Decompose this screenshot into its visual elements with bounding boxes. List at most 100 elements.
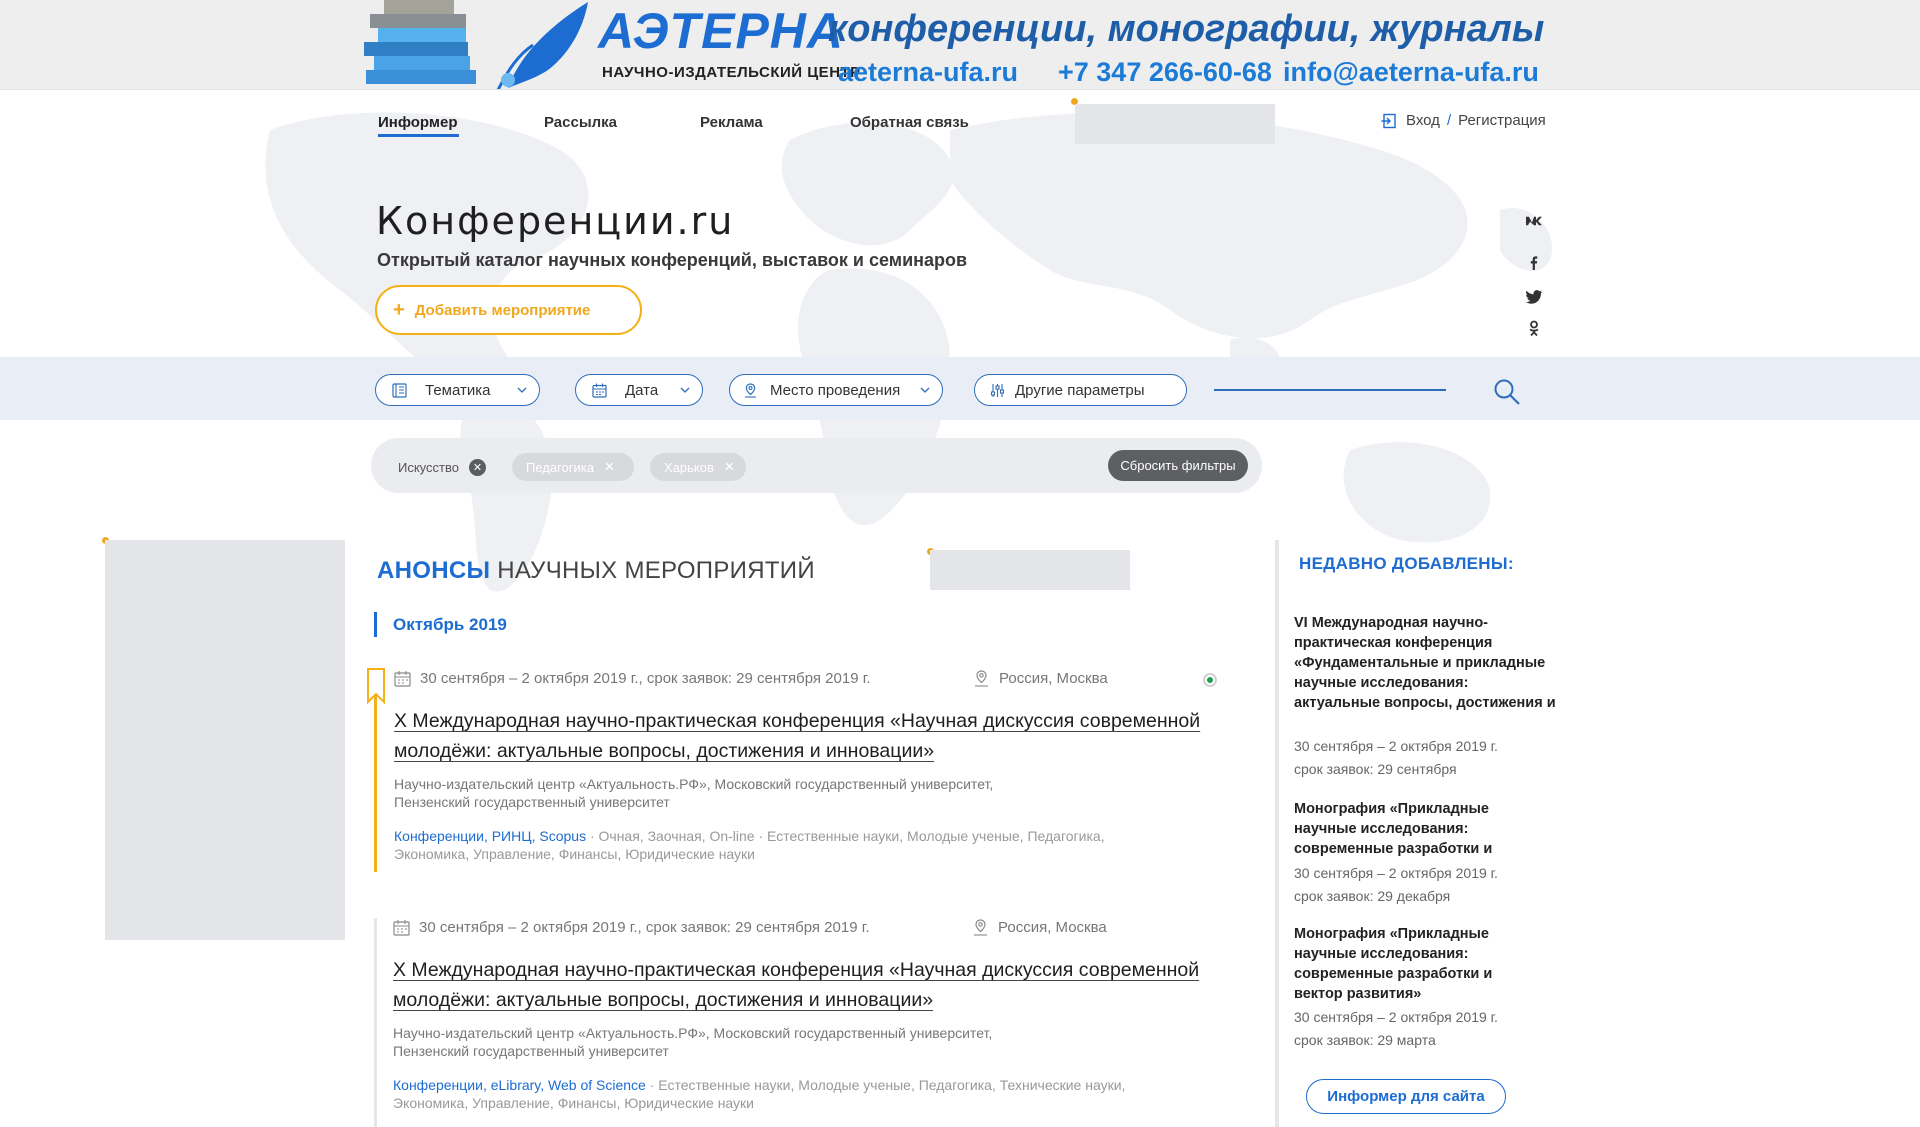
other-params-label: Другие параметры (1015, 381, 1145, 399)
login-link[interactable]: Вход (1406, 112, 1440, 129)
month-label: Октябрь 2019 (374, 612, 507, 637)
odnoklassniki-icon[interactable] (1526, 320, 1542, 336)
nav-feedback[interactable]: Обратная связь (850, 113, 969, 133)
world-map-background (265, 112, 1552, 592)
inline-ad-placeholder[interactable] (930, 550, 1130, 590)
login-icon (1381, 113, 1396, 128)
filter-tag-kharkiv: Харьков ✕ (650, 453, 746, 481)
calendar-icon (592, 383, 607, 398)
status-active-indicator (1203, 673, 1217, 687)
event-dates: 30 сентября – 2 октября 2019 г., срок за… (394, 670, 871, 687)
event-tags-text: · Естественные науки, Молодые ученые, Пе… (645, 1077, 1126, 1093)
event-tags-text: Экономика, Управление, Финансы, Юридичес… (393, 1095, 754, 1111)
publisher-logo-text: АЭТЕРНА (598, 3, 845, 59)
twitter-icon[interactable] (1526, 290, 1542, 304)
add-event-button[interactable]: + Добавить мероприятие (375, 285, 642, 335)
recent-item-title[interactable]: VI Международная научно-практическая кон… (1294, 613, 1556, 713)
date-filter-label: Дата (625, 381, 659, 399)
nav-mailing[interactable]: Рассылка (544, 113, 617, 133)
quill-icon (496, 2, 588, 89)
recent-item-title[interactable]: Монография «Прикладные научные исследова… (1294, 924, 1534, 1004)
search-icon[interactable] (1493, 378, 1521, 406)
place-filter-dropdown[interactable]: Место проведения (729, 374, 943, 406)
site-informer-button[interactable]: Информер для сайта (1306, 1079, 1506, 1114)
event-dates: 30 сентября – 2 октября 2019 г., срок за… (393, 919, 870, 936)
bookmark-icon[interactable] (366, 668, 386, 704)
recent-item-dates: 30 сентября – 2 октября 2019 г. (1294, 1009, 1498, 1025)
event-organizers: Научно-издательский центр «Актуальность.… (394, 775, 1174, 811)
recent-item-deadline: срок заявок: 29 декабря (1294, 888, 1451, 904)
nav-advertising[interactable]: Реклама (700, 113, 763, 133)
sidebar-divider (1275, 540, 1279, 1127)
event-tags-text: Экономика, Управление, Финансы, Юридичес… (394, 846, 755, 862)
banner-tagline: конференции, монографии, журналы (828, 8, 1545, 50)
event-organizers-line: Пензенский государственный университет (394, 794, 670, 810)
recently-added-heading: НЕДАВНО ДОБАВЛЕНЫ: (1299, 554, 1514, 573)
chevron-down-icon (517, 387, 527, 393)
calendar-icon (394, 671, 411, 687)
site-subtitle: Открытый каталог научных конференций, вы… (377, 250, 968, 270)
left-ad-placeholder[interactable] (105, 540, 345, 940)
auth-separator: / (1446, 112, 1452, 129)
recent-item-dates: 30 сентября – 2 октября 2019 г. (1294, 865, 1498, 881)
event-organizers: Научно-издательский центр «Актуальность.… (393, 1024, 1173, 1060)
event-dates-text: 30 сентября – 2 октября 2019 г., срок за… (419, 919, 870, 936)
filter-tag-art: Искусство ✕ (398, 453, 486, 481)
filter-tag-label: Искусство (398, 459, 459, 475)
event-tags: Конференции, РИНЦ, Scopus · Очная, Заочн… (394, 827, 1194, 863)
close-icon[interactable]: ✕ (724, 459, 735, 475)
recent-item-dates: 30 сентября – 2 октября 2019 г. (1294, 738, 1498, 754)
location-pin-icon (974, 919, 987, 936)
event-tags: Конференции, eLibrary, Web of Science · … (393, 1076, 1193, 1112)
event-title-link[interactable]: X Международная научно-практическая конф… (393, 955, 1233, 1015)
sliders-icon (990, 383, 1005, 397)
place-filter-label: Место проведения (770, 381, 901, 399)
close-icon[interactable]: ✕ (604, 459, 615, 475)
banner-email: info@aeterna-ufa.ru (1283, 57, 1539, 87)
event-divider-bar (374, 918, 377, 1127)
facebook-icon[interactable] (1526, 255, 1542, 270)
topic-filter-dropdown[interactable]: Тематика (375, 374, 540, 406)
site-title: Конференции.ru (376, 199, 735, 243)
filter-tag-label: Харьков (664, 459, 714, 475)
location-pin-icon (745, 382, 756, 398)
publisher-banner[interactable]: АЭТЕРНА НАУЧНО-ИЗДАТЕЛЬСКИЙ ЦЕНТР конфер… (0, 0, 1920, 90)
reset-filters-button[interactable]: Сбросить фильтры (1108, 450, 1248, 481)
other-params-filter[interactable]: Другие параметры (974, 374, 1187, 406)
filter-tag-label: Педагогика (526, 459, 594, 475)
auth-links: Вход / Регистрация (1381, 112, 1546, 129)
calendar-icon (393, 920, 410, 936)
publisher-logo-subtitle: НАУЧНО-ИЗДАТЕЛЬСКИЙ ЦЕНТР (602, 64, 861, 81)
header-ad-placeholder[interactable] (1075, 104, 1275, 144)
event-dates-text: 30 сентября – 2 октября 2019 г., срок за… (420, 670, 871, 687)
vk-icon[interactable] (1526, 215, 1542, 229)
add-event-label: Добавить мероприятие (414, 301, 591, 319)
register-link[interactable]: Регистрация (1458, 112, 1546, 129)
nav-informer[interactable]: Информер (378, 113, 458, 133)
chevron-down-icon (680, 387, 690, 393)
search-input[interactable] (1214, 389, 1446, 391)
recent-item-deadline: срок заявок: 29 марта (1294, 1032, 1436, 1048)
event-category-links[interactable]: Конференции, РИНЦ, Scopus (394, 828, 586, 844)
recent-item-title[interactable]: Монография «Прикладные научные исследова… (1294, 799, 1534, 859)
plus-icon: + (393, 299, 405, 321)
banner-site: aeterna-ufa.ru (838, 57, 1019, 87)
announcements-heading-strong: АНОНСЫ (377, 557, 491, 584)
date-filter-dropdown[interactable]: Дата (575, 374, 703, 406)
announcements-heading: АНОНСЫ НАУЧНЫХ МЕРОПРИЯТИЙ (377, 556, 815, 586)
chevron-down-icon (920, 387, 930, 393)
event-location: Россия, Москва (972, 919, 1107, 936)
banner-phone: +7 347 266-60-68 (1058, 57, 1272, 87)
event-title-link[interactable]: X Международная научно-практическая конф… (394, 706, 1234, 766)
event-organizers-line: Пензенский государственный университет (393, 1043, 669, 1059)
recent-item-deadline: срок заявок: 29 сентября (1294, 761, 1457, 777)
event-location-text: Россия, Москва (999, 670, 1108, 687)
book-icon (392, 382, 407, 398)
close-icon[interactable]: ✕ (468, 458, 486, 476)
page: АЭТЕРНА НАУЧНО-ИЗДАТЕЛЬСКИЙ ЦЕНТР конфер… (0, 0, 1920, 1127)
event-tags-text: · Очная, Заочная, On-line · Естественные… (586, 828, 1105, 844)
announcements-heading-rest: НАУЧНЫХ МЕРОПРИЯТИЙ (497, 557, 815, 584)
event-location: Россия, Москва (973, 670, 1108, 687)
event-category-links[interactable]: Конференции, eLibrary, Web of Science (393, 1077, 646, 1093)
books-illustration (364, 0, 476, 84)
